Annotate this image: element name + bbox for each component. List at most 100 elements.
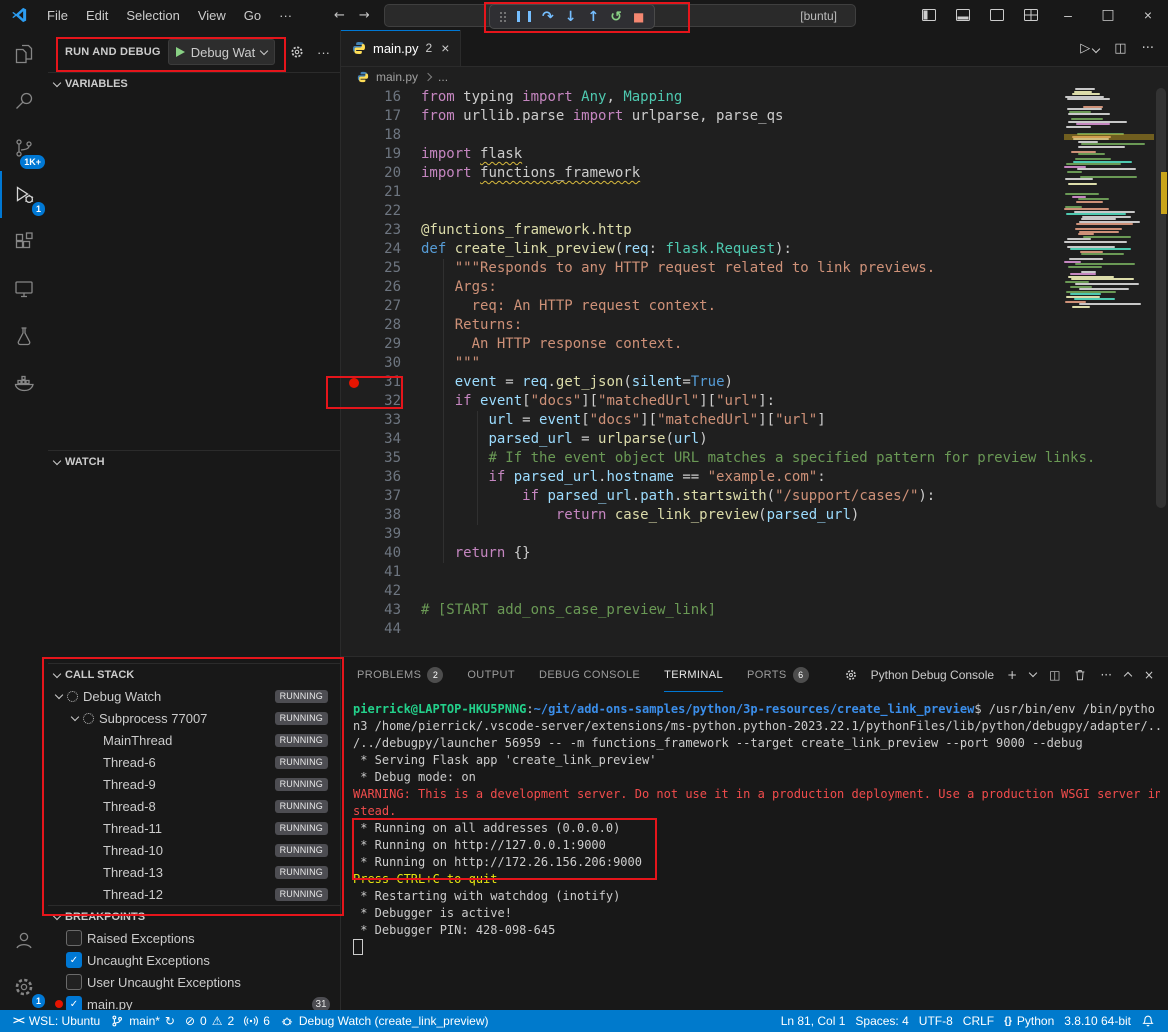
activity-remote-explorer[interactable] (0, 265, 48, 312)
status-problems[interactable]: ⊘ 0 ⚠ 2 (180, 1010, 239, 1032)
pause-icon[interactable] (517, 11, 531, 22)
line-number[interactable]: 21 (341, 183, 421, 202)
breakpoint-item[interactable]: ✓main.py31 (48, 993, 340, 1010)
status-encoding[interactable]: UTF-8 (914, 1010, 958, 1032)
status-language[interactable]: {} Python (999, 1010, 1059, 1032)
call-stack-item[interactable]: Subprocess 77007RUNNING (48, 707, 340, 729)
line-number[interactable]: 39 (341, 525, 421, 544)
activity-accounts[interactable] (0, 916, 48, 963)
code-text[interactable]: if parsed_url.hostname == "example.com": (421, 468, 826, 487)
activity-source-control[interactable]: 1K+ (0, 124, 48, 171)
code-text[interactable]: An HTTP response context. (421, 335, 682, 354)
drag-handle-icon[interactable] (500, 12, 502, 14)
status-cursor-position[interactable]: Ln 81, Col 1 (776, 1010, 851, 1032)
section-variables[interactable]: VARIABLES (48, 72, 340, 95)
code-text[interactable]: def create_link_preview(req: flask.Reque… (421, 240, 792, 259)
panel-tab-ports[interactable]: PORTS6 (747, 657, 809, 692)
call-stack-item[interactable]: MainThreadRUNNING (48, 729, 340, 751)
code-text[interactable]: # [START add_ons_case_preview_link] (421, 601, 716, 620)
line-number[interactable]: 36 (341, 468, 421, 487)
code-text[interactable]: parsed_url = urlparse(url) (421, 430, 708, 449)
activity-extensions[interactable] (0, 218, 48, 265)
activity-run-and-debug[interactable]: 1 (0, 171, 48, 218)
terminal-output[interactable]: pierrick@LAPTOP-HKU5PNNG:~/git/add-ons-s… (353, 701, 1160, 1010)
toggle-panel-icon[interactable] (955, 7, 971, 23)
line-number[interactable]: 27 (341, 297, 421, 316)
debug-config-dropdown[interactable]: Debug Wat (168, 39, 276, 65)
split-terminal-icon[interactable]: ◫ (1049, 668, 1060, 682)
menu-view[interactable]: View (189, 8, 235, 23)
code-text[interactable]: from typing import Any, Mapping (421, 88, 682, 107)
activity-docker[interactable] (0, 359, 48, 406)
customize-layout-icon[interactable] (1023, 7, 1039, 23)
breakpoint-checkbox[interactable] (66, 974, 82, 990)
line-number[interactable]: 20 (341, 164, 421, 183)
breakpoint-item[interactable]: Raised Exceptions (48, 927, 340, 949)
line-number[interactable]: 35 (341, 449, 421, 468)
menu-edit[interactable]: Edit (77, 8, 117, 23)
menu-go[interactable]: Go (235, 8, 270, 23)
panel-tab-output[interactable]: OUTPUT (467, 657, 515, 692)
terminal-dropdown-icon[interactable] (1029, 669, 1037, 677)
code-text[interactable]: @functions_framework.http (421, 221, 632, 240)
line-number[interactable]: 18 (341, 126, 421, 145)
line-number[interactable]: 34 (341, 430, 421, 449)
status-notifications[interactable] (1136, 1010, 1160, 1032)
close-window-icon[interactable]: × (1128, 0, 1168, 30)
call-stack-item[interactable]: Thread-9RUNNING (48, 773, 340, 795)
tab-close-icon[interactable]: × (441, 40, 449, 56)
breakpoint-checkbox[interactable]: ✓ (66, 952, 82, 968)
code-text[interactable]: import flask (421, 145, 522, 164)
call-stack-item[interactable]: Thread-10RUNNING (48, 839, 340, 861)
line-number[interactable]: 32 (341, 392, 421, 411)
tab-main-py[interactable]: main.py 2 × (341, 30, 461, 66)
section-call-stack[interactable]: CALL STACK (48, 663, 340, 686)
call-stack-item[interactable]: Thread-13RUNNING (48, 861, 340, 883)
line-number[interactable]: 41 (341, 563, 421, 582)
breakpoint-checkbox[interactable] (66, 930, 82, 946)
line-number[interactable]: 30 (341, 354, 421, 373)
step-over-icon[interactable]: ↷ (542, 9, 554, 25)
code-text[interactable]: Args: (421, 278, 497, 297)
breadcrumb-file[interactable]: main.py (376, 70, 418, 84)
line-number[interactable]: 40 (341, 544, 421, 563)
line-number[interactable]: 43 (341, 601, 421, 620)
call-stack-item[interactable]: Thread-8RUNNING (48, 795, 340, 817)
line-number[interactable]: 16 (341, 88, 421, 107)
breakpoint-item[interactable]: User Uncaught Exceptions (48, 971, 340, 993)
gear-icon[interactable] (289, 44, 305, 60)
panel-tab-terminal[interactable]: TERMINAL (664, 657, 723, 692)
call-stack-item[interactable]: Debug WatchRUNNING (48, 685, 340, 707)
code-text[interactable]: import functions_framework (421, 164, 640, 183)
minimize-icon[interactable]: – (1048, 0, 1088, 30)
line-number[interactable]: 24 (341, 240, 421, 259)
status-indentation[interactable]: Spaces: 4 (850, 1010, 913, 1032)
status-debug-session[interactable]: Debug Watch (create_link_preview) (275, 1010, 494, 1032)
status-remote[interactable]: >< WSL: Ubuntu (8, 1010, 105, 1032)
code-text[interactable]: from urllib.parse import urlparse, parse… (421, 107, 783, 126)
line-number[interactable]: 31 (341, 373, 421, 392)
panel-tab-debug-console[interactable]: DEBUG CONSOLE (539, 657, 640, 692)
editor-more-icon[interactable]: ··· (1142, 41, 1154, 56)
stop-icon[interactable]: ■ (633, 10, 644, 24)
editor-scrollbar[interactable] (1154, 88, 1168, 656)
breakpoint-checkbox[interactable]: ✓ (66, 996, 82, 1010)
line-number[interactable]: 25 (341, 259, 421, 278)
maximize-panel-icon[interactable] (1124, 672, 1132, 680)
code-text[interactable]: """ (421, 354, 480, 373)
minimap[interactable] (1064, 88, 1154, 656)
status-interpreter[interactable]: 3.8.10 64-bit (1059, 1010, 1136, 1032)
line-number[interactable]: 28 (341, 316, 421, 335)
forward-icon[interactable]: → (359, 8, 370, 23)
line-number[interactable]: 17 (341, 107, 421, 126)
code-text[interactable]: event = req.get_json(silent=True) (421, 373, 733, 392)
section-breakpoints[interactable]: BREAKPOINTS (48, 905, 340, 928)
menu-file[interactable]: File (38, 8, 77, 23)
step-into-icon[interactable]: ↓ (565, 9, 577, 25)
activity-search[interactable] (0, 77, 48, 124)
status-ports[interactable]: 6 (239, 1010, 275, 1032)
toggle-sidebar-icon[interactable] (921, 7, 937, 23)
code-text[interactable]: """Responds to any HTTP request related … (421, 259, 935, 278)
activity-settings[interactable]: 1 (0, 963, 48, 1010)
restart-icon[interactable]: ↺ (610, 9, 622, 25)
